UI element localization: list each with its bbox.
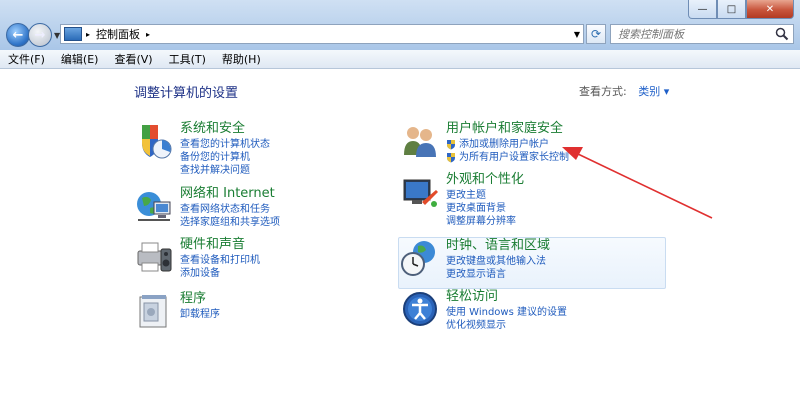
page-title: 调整计算机的设置 — [134, 86, 239, 101]
search-box[interactable] — [610, 24, 794, 44]
menu-tools[interactable]: 工具(T) — [161, 51, 214, 67]
control-panel-content: 调整计算机的设置 查看方式: 类别 ▾ 系统和安全 查看您的计算机状态 备份您的… — [0, 69, 800, 400]
menu-help[interactable]: 帮助(H) — [214, 51, 269, 67]
window-controls: — □ ✕ — [688, 0, 794, 19]
title-bar: — □ ✕ ← → ▼ ▸ 控制面板 ▸ ▼ ⟳ — [0, 0, 800, 50]
menu-file[interactable]: 文件(F) — [0, 51, 53, 67]
link-adjust-resolution[interactable]: 调整屏幕分辨率 — [446, 215, 524, 228]
uac-shield-icon — [447, 153, 455, 163]
category-appearance: 外观和个性化 更改主题 更改桌面背景 调整屏幕分辨率 — [400, 172, 524, 228]
refresh-button[interactable]: ⟳ — [586, 24, 606, 44]
link-uninstall-program[interactable]: 卸载程序 — [180, 308, 220, 321]
link-troubleshoot[interactable]: 查找并解决问题 — [180, 164, 270, 177]
category-title[interactable]: 用户帐户和家庭安全 — [446, 121, 569, 136]
category-user-accounts: 用户帐户和家庭安全 添加或删除用户帐户 为所有用户设置家长控制 — [400, 121, 569, 164]
forward-arrow-icon: → — [34, 27, 46, 43]
users-icon[interactable] — [400, 121, 440, 161]
category-title[interactable]: 网络和 Internet — [180, 186, 280, 201]
category-title[interactable]: 时钟、语言和区域 — [446, 238, 550, 253]
category-title[interactable]: 外观和个性化 — [446, 172, 524, 187]
view-by-label: 查看方式: — [579, 85, 627, 98]
link-label: 添加或删除用户帐户 — [459, 139, 549, 150]
view-by: 查看方式: 类别 ▾ — [579, 83, 669, 99]
category-title[interactable]: 硬件和声音 — [180, 237, 260, 252]
refresh-icon: ⟳ — [590, 27, 602, 41]
link-change-display-language[interactable]: 更改显示语言 — [446, 268, 550, 281]
network-globe-icon[interactable] — [134, 186, 174, 226]
programs-icon[interactable] — [134, 291, 174, 331]
menu-view[interactable]: 查看(V) — [106, 51, 160, 67]
link-change-keyboard-input[interactable]: 更改键盘或其他输入法 — [446, 255, 550, 268]
view-by-dropdown[interactable]: 类别 ▾ — [638, 85, 669, 98]
category-title[interactable]: 轻松访问 — [446, 289, 567, 304]
category-title[interactable]: 系统和安全 — [180, 121, 270, 136]
link-label: 为所有用户设置家长控制 — [459, 152, 569, 163]
category-system-security: 系统和安全 查看您的计算机状态 备份您的计算机 查找并解决问题 — [134, 121, 270, 177]
address-dropdown-icon[interactable]: ▼ — [574, 30, 580, 39]
search-icon[interactable] — [775, 27, 789, 41]
category-title[interactable]: 程序 — [180, 291, 220, 306]
category-programs: 程序 卸载程序 — [134, 291, 220, 331]
link-add-remove-user[interactable]: 添加或删除用户帐户 — [446, 138, 569, 151]
appearance-icon[interactable] — [400, 172, 440, 212]
back-arrow-icon: ← — [12, 27, 24, 43]
back-button[interactable]: ← — [6, 23, 30, 47]
uac-shield-icon — [447, 140, 455, 150]
link-windows-suggested-settings[interactable]: 使用 Windows 建议的设置 — [446, 306, 567, 319]
minimize-button[interactable]: — — [688, 0, 717, 19]
category-ease-of-access: 轻松访问 使用 Windows 建议的设置 优化视频显示 — [400, 289, 567, 332]
link-network-status[interactable]: 查看网络状态和任务 — [180, 203, 280, 216]
breadcrumb-control-panel[interactable]: 控制面板 — [96, 26, 140, 42]
category-network-internet: 网络和 Internet 查看网络状态和任务 选择家庭组和共享选项 — [134, 186, 280, 229]
link-add-device[interactable]: 添加设备 — [180, 267, 260, 280]
link-change-desktop-background[interactable]: 更改桌面背景 — [446, 202, 524, 215]
link-view-computer-status[interactable]: 查看您的计算机状态 — [180, 138, 270, 151]
link-homegroup-sharing[interactable]: 选择家庭组和共享选项 — [180, 216, 280, 229]
category-clock-language-region: 时钟、语言和区域 更改键盘或其他输入法 更改显示语言 — [400, 238, 550, 281]
navigation-buttons: ← → ▼ — [6, 23, 60, 47]
ease-of-access-icon[interactable] — [400, 289, 440, 329]
breadcrumb-arrow-icon[interactable]: ▸ — [86, 30, 90, 39]
category-hardware-sound: 硬件和声音 查看设备和打印机 添加设备 — [134, 237, 260, 280]
breadcrumb: 控制面板 ▸ — [96, 26, 150, 42]
link-change-theme[interactable]: 更改主题 — [446, 189, 524, 202]
menu-bar: 文件(F) 编辑(E) 查看(V) 工具(T) 帮助(H) — [0, 50, 800, 69]
search-input[interactable] — [616, 26, 780, 42]
breadcrumb-arrow-icon[interactable]: ▸ — [146, 30, 150, 39]
clock-globe-icon[interactable] — [400, 238, 440, 278]
menu-edit[interactable]: 编辑(E) — [53, 51, 107, 67]
link-backup-computer[interactable]: 备份您的计算机 — [180, 151, 270, 164]
link-devices-printers[interactable]: 查看设备和打印机 — [180, 254, 260, 267]
close-button[interactable]: ✕ — [746, 0, 794, 19]
shield-icon[interactable] — [134, 121, 174, 161]
link-parental-controls[interactable]: 为所有用户设置家长控制 — [446, 151, 569, 164]
link-optimize-video-display[interactable]: 优化视频显示 — [446, 319, 567, 332]
maximize-button[interactable]: □ — [717, 0, 746, 19]
forward-button[interactable]: → — [28, 23, 52, 47]
address-bar[interactable]: ▸ 控制面板 ▸ ▼ — [60, 24, 584, 44]
control-panel-icon — [64, 27, 82, 41]
printer-speaker-icon[interactable] — [134, 237, 174, 277]
